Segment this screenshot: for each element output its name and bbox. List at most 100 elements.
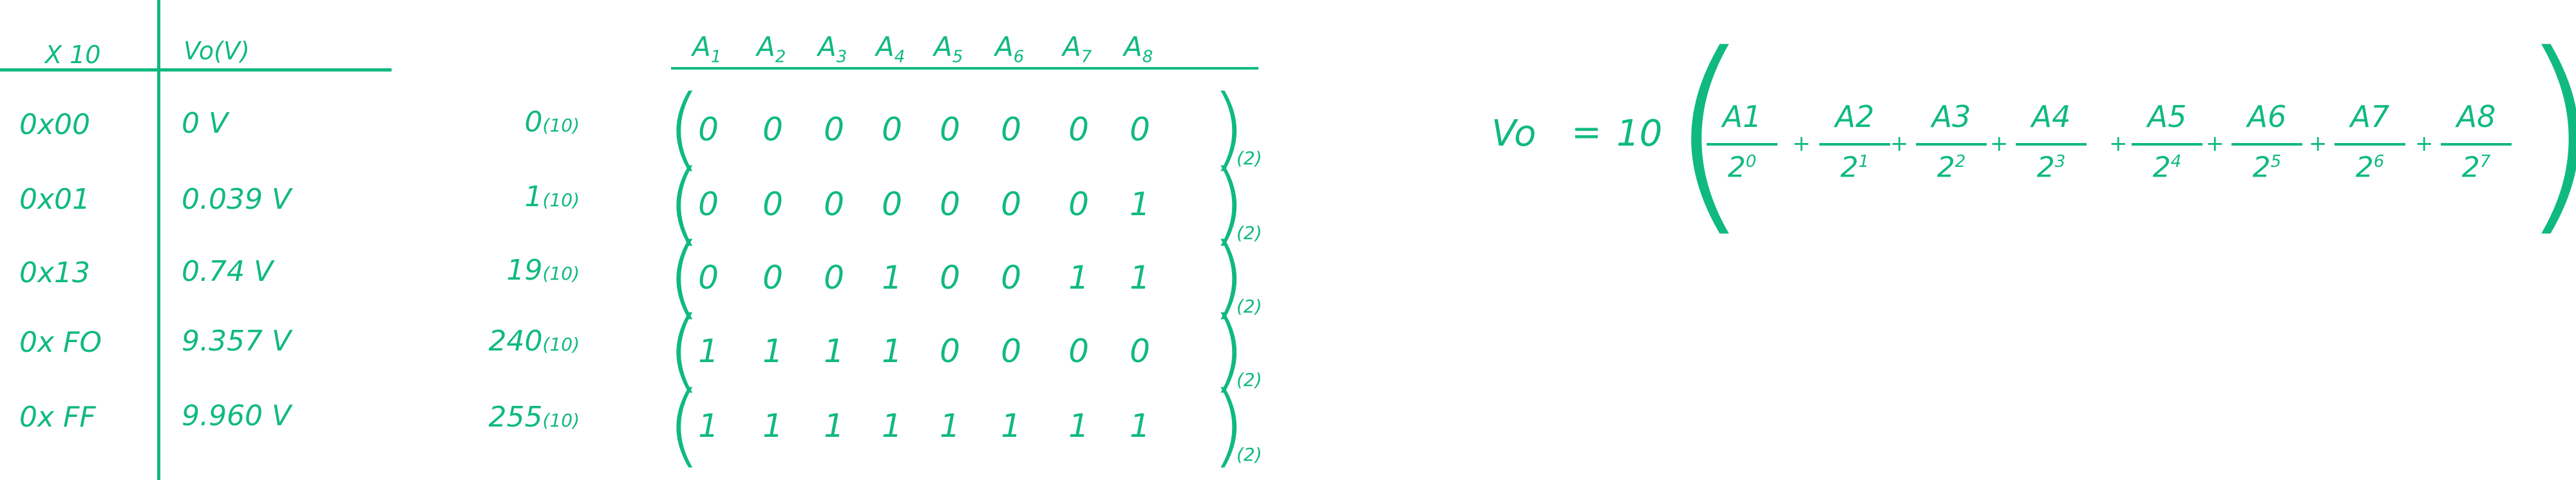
matrix-bit: 0	[1068, 332, 1089, 370]
fraction-denominator: 27	[2441, 153, 2512, 182]
matrix-bit: 0	[940, 259, 960, 296]
matrix-column-index: 7	[1081, 47, 1092, 67]
denominator-exponent: 6	[2373, 152, 2385, 171]
matrix-bit: 1	[698, 407, 719, 445]
table-row-hex: 0x FF	[19, 401, 96, 434]
table-vertical-rule	[157, 0, 160, 480]
denominator-exponent: 0	[1745, 152, 1757, 171]
denominator-exponent: 1	[1858, 152, 1870, 171]
matrix-bit: 0	[698, 111, 719, 148]
matrix-column-letter: A	[757, 31, 775, 62]
fraction-denominator: 21	[1819, 153, 1890, 182]
denominator-base: 2	[2355, 151, 2374, 184]
matrix-column-letter: A	[692, 31, 711, 62]
matrix-column-letter: A	[1124, 31, 1142, 62]
table-row-volt: 0.74 V	[182, 255, 274, 288]
matrix-column-index: 2	[775, 47, 786, 67]
fraction-bar	[1707, 143, 1777, 146]
matrix-bit: 0	[824, 186, 844, 223]
matrix-column-header: A1	[692, 31, 721, 66]
matrix-bit: 1	[762, 407, 783, 445]
decimal-value: 255(10)	[412, 403, 580, 432]
decimal-base: (10)	[542, 410, 580, 431]
fraction-denominator: 25	[2231, 153, 2302, 182]
matrix-bit: 1	[824, 407, 844, 445]
matrix-bit: 1	[1130, 407, 1150, 445]
denominator-base: 2	[2252, 151, 2271, 184]
matrix-bit: 1	[1068, 407, 1089, 445]
fraction-numerator: A1	[1722, 99, 1762, 134]
matrix-column-index: 6	[1013, 47, 1025, 67]
plus-sign: +	[2415, 131, 2434, 157]
denominator-base: 2	[1937, 151, 1955, 184]
decimal-value: 19(10)	[412, 256, 580, 285]
matrix-bit: 0	[1068, 111, 1089, 148]
column-header-vo: Vo(V)	[184, 37, 250, 65]
matrix-bit: 1	[1130, 186, 1150, 223]
denominator-exponent: 2	[1955, 152, 1966, 171]
formula-equals: =	[1571, 111, 1602, 153]
matrix-column-letter: A	[818, 31, 837, 62]
denominator-base: 2	[1840, 151, 1859, 184]
matrix-bit: 0	[762, 111, 783, 148]
matrix-bit: 1	[940, 407, 960, 445]
plus-sign: +	[1990, 131, 2009, 157]
plus-sign: +	[1792, 131, 1811, 157]
matrix-bit: 0	[940, 111, 960, 148]
plus-sign: +	[1890, 131, 1909, 157]
matrix-column-index: 5	[952, 47, 963, 67]
matrix-bit: 0	[1130, 111, 1150, 148]
matrix-column-letter: A	[934, 31, 952, 62]
matrix-bit: 1	[824, 332, 844, 370]
fraction-numerator: A6	[2247, 99, 2287, 134]
decimal-number: 0	[524, 106, 543, 139]
matrix-bit: 1	[762, 332, 783, 370]
table-row-volt: 0 V	[182, 107, 229, 140]
fraction-bar	[1916, 143, 1987, 146]
matrix-column-index: 4	[894, 47, 905, 67]
matrix-bit: 1	[882, 407, 902, 445]
matrix-column-header: A6	[995, 34, 1025, 67]
decimal-number: 19	[506, 254, 543, 287]
matrix-bit: 0	[1001, 111, 1021, 148]
formula-lhs: Vo	[1492, 113, 1537, 155]
fraction-bar	[2132, 143, 2202, 146]
fraction-numerator: A8	[2456, 99, 2496, 134]
denominator-exponent: 3	[2054, 152, 2066, 171]
matrix-bit: 0	[940, 186, 960, 223]
matrix-bit: 0	[1130, 332, 1150, 370]
decimal-base: (10)	[542, 263, 580, 284]
matrix-bit: 0	[1001, 186, 1021, 223]
fraction-numerator: A5	[2147, 99, 2187, 134]
matrix-column-header: A2	[757, 31, 786, 67]
column-header-x10: X 10	[45, 41, 101, 69]
plus-sign: +	[2309, 131, 2327, 157]
decimal-number: 240	[488, 325, 543, 358]
matrix-bit: 0	[762, 186, 783, 223]
matrix-bit: 0	[1001, 332, 1021, 370]
table-row-volt: 0.039 V	[182, 183, 292, 216]
matrix-bit: 0	[882, 111, 902, 148]
matrix-column-letter: A	[1063, 31, 1081, 62]
denominator-exponent: 4	[2170, 152, 2182, 171]
fraction-bar	[2441, 143, 2512, 146]
decimal-base: (10)	[542, 115, 580, 136]
matrix-column-header: A3	[818, 31, 848, 67]
table-row-hex: 0x01	[19, 183, 91, 216]
fraction-bar	[2334, 143, 2405, 146]
formula-coefficient: 10	[1616, 113, 1663, 155]
fraction-numerator: A4	[2031, 99, 2071, 134]
table-row-hex: 0x FO	[19, 326, 102, 359]
fraction-denominator: 23	[2016, 153, 2087, 182]
formula-close-paren: )	[2518, 26, 2576, 238]
fraction-denominator: 24	[2132, 153, 2202, 182]
fraction-bar	[1819, 143, 1890, 146]
matrix-bit: 0	[882, 186, 902, 223]
matrix-header-rule	[671, 67, 1258, 70]
fraction-denominator: 20	[1707, 153, 1777, 182]
matrix-bit: 0	[824, 259, 844, 296]
denominator-base: 2	[2036, 151, 2055, 184]
matrix-bit: 0	[1068, 186, 1089, 223]
matrix-column-index: 3	[836, 47, 848, 67]
fraction-bar	[2231, 143, 2302, 146]
